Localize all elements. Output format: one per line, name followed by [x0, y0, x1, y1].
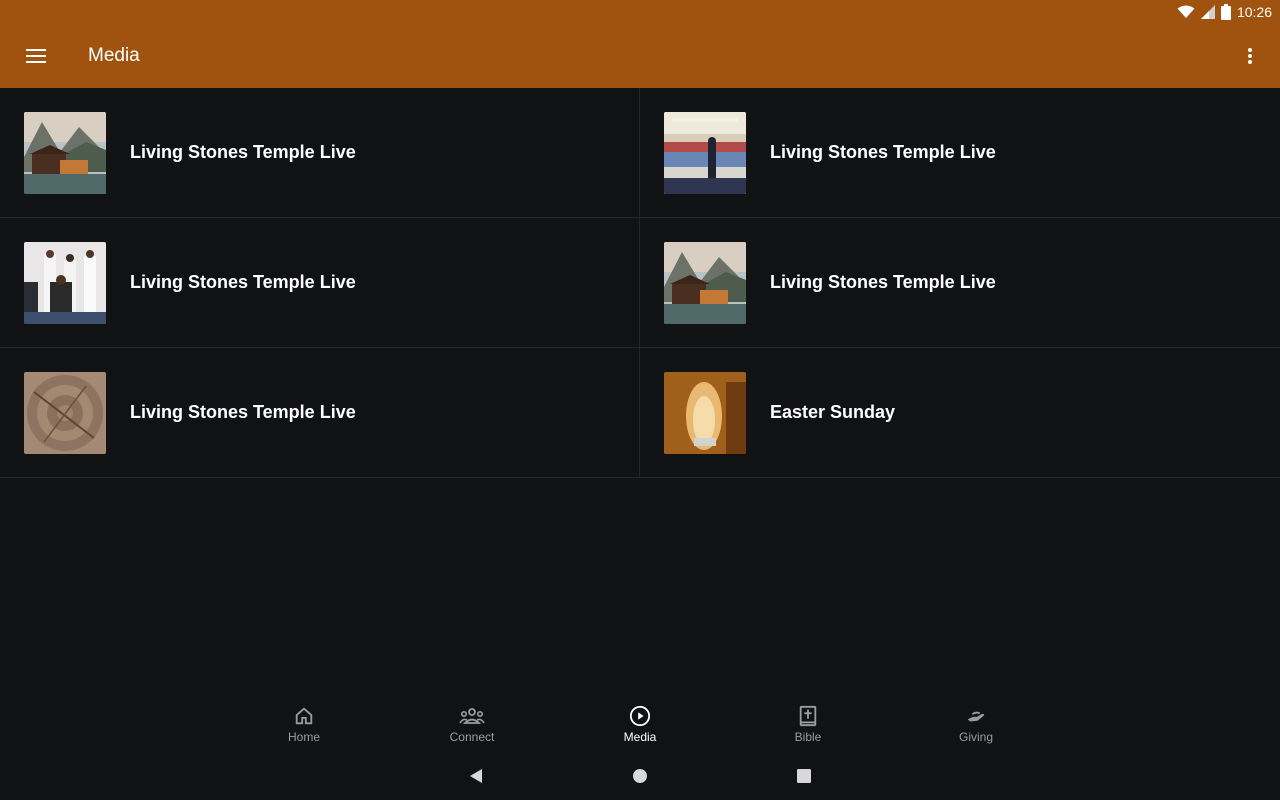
menu-button[interactable] — [0, 24, 72, 88]
media-item[interactable]: Living Stones Temple Live — [0, 218, 640, 348]
lake-cabin-image — [664, 241, 746, 324]
recents-button[interactable] — [782, 754, 826, 798]
media-title: Living Stones Temple Live — [770, 272, 996, 292]
media-item[interactable]: Living Stones Temple Live — [640, 218, 1280, 348]
media-thumbnail — [24, 241, 106, 324]
nav-item-connect[interactable]: Connect — [388, 700, 556, 752]
media-thumbnail — [24, 111, 106, 194]
media-item[interactable]: Living Stones Temple Live — [0, 348, 640, 478]
status-bar: 10:26 — [0, 0, 1280, 24]
nav-item-bible[interactable]: Bible — [724, 700, 892, 752]
lake-cabin-image — [24, 111, 106, 194]
nav-label-media: Media — [623, 730, 657, 744]
media-thumbnail — [664, 241, 746, 324]
wifi-icon — [1177, 5, 1195, 18]
people-icon — [459, 708, 485, 724]
nav-label-bible: Bible — [794, 730, 822, 744]
nav-item-media[interactable]: Media — [556, 700, 724, 752]
app-bar: Media — [0, 24, 1280, 88]
empty-tomb-image — [664, 371, 746, 454]
media-title: Living Stones Temple Live — [130, 272, 356, 292]
media-grid: Living Stones Temple Live Living Stones … — [0, 88, 1280, 478]
home-system-button[interactable] — [618, 754, 662, 798]
recents-square-icon — [797, 769, 811, 783]
nav-label-giving: Giving — [958, 730, 993, 744]
battery-icon — [1220, 4, 1231, 20]
nav-item-home[interactable]: Home — [220, 700, 388, 752]
media-thumbnail — [664, 111, 746, 194]
media-title: Living Stones Temple Live — [130, 142, 356, 162]
media-item[interactable]: Easter Sunday — [640, 348, 1280, 478]
hamburger-menu-icon — [26, 49, 46, 63]
media-title: Easter Sunday — [770, 402, 896, 422]
nav-item-giving[interactable]: Giving — [892, 700, 1060, 752]
overflow-menu-button[interactable] — [1238, 44, 1262, 68]
media-thumbnail — [664, 371, 746, 454]
nav-label-home: Home — [287, 730, 320, 744]
status-time: 10:26 — [1236, 4, 1272, 20]
choir-image — [24, 241, 106, 324]
play-circle-icon — [629, 705, 651, 727]
media-title: Living Stones Temple Live — [130, 402, 356, 422]
more-vert-icon — [1248, 48, 1252, 64]
home-circle-icon — [633, 769, 647, 783]
wood-texture-image — [24, 371, 106, 454]
bottom-navigation: Home Connect Media Bible Giving — [0, 700, 1280, 752]
congregation-image — [664, 111, 746, 194]
bible-icon — [799, 705, 817, 727]
media-item[interactable]: Living Stones Temple Live — [640, 88, 1280, 218]
media-thumbnail — [24, 371, 106, 454]
media-item[interactable]: Living Stones Temple Live — [0, 88, 640, 218]
back-icon — [470, 769, 482, 783]
home-icon — [295, 707, 313, 725]
back-button[interactable] — [454, 754, 498, 798]
signal-icon — [1200, 5, 1215, 19]
giving-hand-icon — [967, 711, 985, 722]
system-navigation — [0, 752, 1280, 800]
media-title: Living Stones Temple Live — [770, 142, 996, 162]
nav-label-connect: Connect — [449, 730, 495, 744]
page-title: Media — [88, 45, 140, 66]
